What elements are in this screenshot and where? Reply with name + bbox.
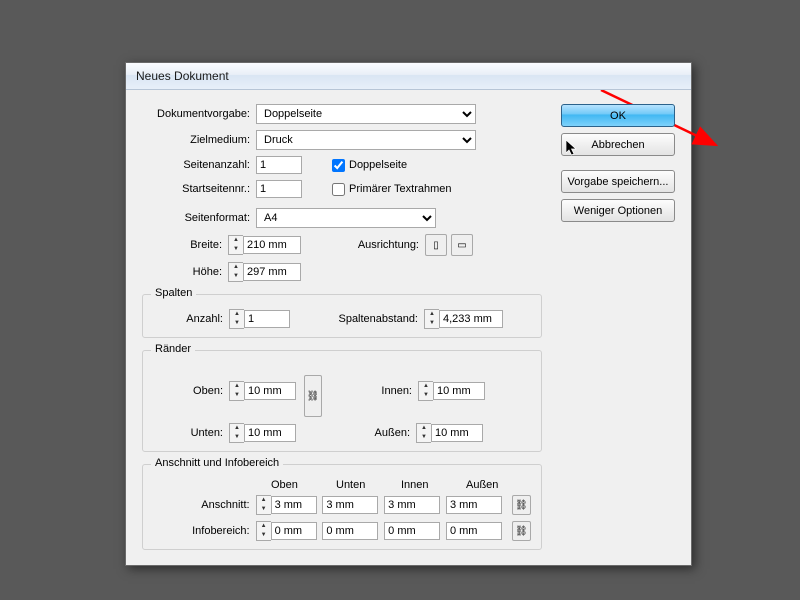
slug-inside-input[interactable] (384, 522, 440, 540)
slug-bottom-input[interactable] (322, 522, 378, 540)
bleed-group: Anschnitt und Infobereich ObenUntenInnen… (142, 464, 542, 550)
label-primaryframe: Primärer Textrahmen (349, 183, 452, 195)
label-slug: Infobereich: (153, 525, 256, 537)
pagesize-select[interactable]: A4 (256, 208, 436, 228)
label-col-gutter: Spaltenabstand: (290, 313, 424, 325)
label-facing: Doppelseite (349, 159, 407, 171)
bleed-group-title: Anschnitt und Infobereich (151, 457, 283, 469)
orientation-landscape-button[interactable]: ▭ (451, 234, 473, 256)
orientation-portrait-button[interactable]: ▯ (425, 234, 447, 256)
startpage-input[interactable] (256, 180, 302, 198)
bleed-link-button[interactable]: ⛓ (512, 495, 531, 515)
slug-top-input[interactable]: ▲▼ (256, 521, 317, 541)
columns-group: Spalten Anzahl: ▲▼ Spaltenabstand: ▲▼ (142, 294, 542, 338)
cursor-icon (566, 140, 578, 158)
label-margin-inside: Innen: (322, 385, 418, 397)
margin-top-input[interactable]: ▲▼ (229, 381, 296, 401)
preset-select[interactable]: Doppelseite (256, 104, 476, 124)
bleed-outside-input[interactable] (446, 496, 502, 514)
bleed-inside-input[interactable] (384, 496, 440, 514)
label-margin-top: Oben: (153, 385, 229, 397)
margin-bottom-input[interactable]: ▲▼ (229, 423, 296, 443)
margin-link-button[interactable]: ⛓ (304, 375, 322, 417)
margin-inside-input[interactable]: ▲▼ (418, 381, 485, 401)
primary-frame-checkbox[interactable] (332, 183, 345, 196)
height-input[interactable]: ▲▼ (228, 262, 301, 282)
label-pagesize: Seitenformat: (142, 212, 256, 224)
label-margin-bottom: Unten: (153, 427, 229, 439)
window-title: Neues Dokument (136, 69, 229, 83)
bleed-top-input[interactable]: ▲▼ (256, 495, 317, 515)
label-pages: Seitenanzahl: (142, 159, 256, 171)
bleed-bottom-input[interactable] (322, 496, 378, 514)
width-input[interactable]: ▲▼ (228, 235, 301, 255)
ok-button[interactable]: OK (561, 104, 675, 127)
label-margin-outside: Außen: (320, 427, 416, 439)
new-document-dialog: Neues Dokument OK Abbrechen Vorgabe spei… (125, 62, 692, 566)
save-preset-button[interactable]: Vorgabe speichern... (561, 170, 675, 193)
column-gutter-input[interactable]: ▲▼ (424, 309, 503, 329)
pages-input[interactable] (256, 156, 302, 174)
label-orientation: Ausrichtung: (301, 239, 425, 251)
label-height: Höhe: (142, 266, 228, 278)
fewer-options-button[interactable]: Weniger Optionen (561, 199, 675, 222)
columns-group-title: Spalten (151, 287, 196, 299)
label-startpage: Startseitennr.: (142, 183, 256, 195)
slug-outside-input[interactable] (446, 522, 502, 540)
slug-link-button[interactable]: ⛓ (512, 521, 531, 541)
margins-group-title: Ränder (151, 343, 195, 355)
cancel-button[interactable]: Abbrechen (561, 133, 675, 156)
margins-group: Ränder Oben: ▲▼ ⛓ Innen: ▲▼ Unten: ▲▼ Au… (142, 350, 542, 452)
label-col-count: Anzahl: (153, 313, 229, 325)
label-preset: Dokumentvorgabe: (142, 108, 256, 120)
titlebar: Neues Dokument (126, 63, 691, 90)
bleed-column-headers: ObenUntenInnenAußen (271, 479, 531, 491)
label-intent: Zielmedium: (142, 134, 256, 146)
intent-select[interactable]: Druck (256, 130, 476, 150)
column-count-input[interactable]: ▲▼ (229, 309, 290, 329)
label-bleed: Anschnitt: (153, 499, 256, 511)
button-column: OK Abbrechen Vorgabe speichern... Wenige… (561, 104, 675, 228)
margin-outside-input[interactable]: ▲▼ (416, 423, 483, 443)
facing-pages-checkbox[interactable] (332, 159, 345, 172)
label-width: Breite: (142, 239, 228, 251)
